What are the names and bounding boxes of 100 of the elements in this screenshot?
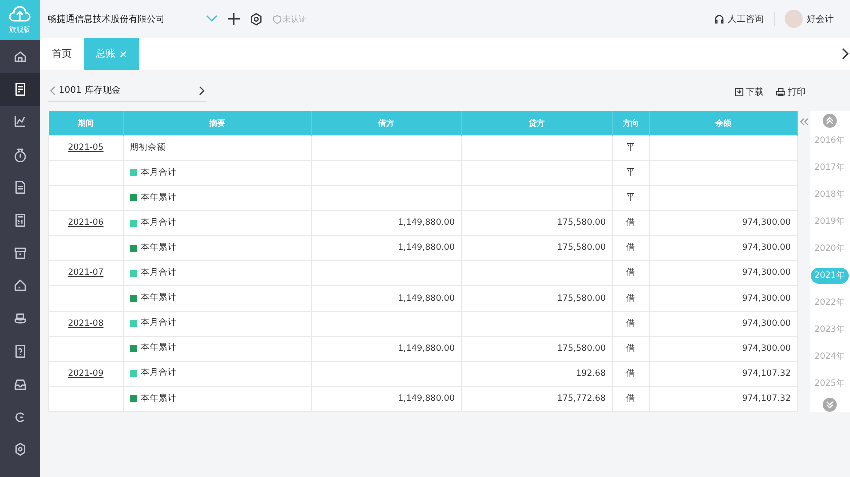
sidebar-item[interactable] — [0, 72, 40, 106]
summary-cell: 本年累计 — [130, 342, 177, 354]
column-header: 方向 — [612, 111, 650, 136]
table-cell: 974,107.32 — [742, 394, 791, 404]
year-item[interactable]: 2018年 — [814, 182, 846, 209]
table-cell: 借 — [626, 368, 636, 379]
table-cell: 1,149,880.00 — [398, 394, 455, 404]
chevron-right-icon[interactable] — [842, 48, 850, 60]
table-cell: 192.68 — [576, 368, 606, 379]
headset-icon — [714, 14, 725, 24]
chevron-left-icon[interactable] — [50, 86, 56, 96]
document-icon — [12, 82, 28, 97]
printer-icon — [776, 88, 786, 96]
period-link[interactable]: 2021-08 — [68, 318, 104, 329]
table-cell: 175,580.00 — [557, 294, 606, 304]
download-icon — [735, 88, 744, 96]
total-tag-icon — [130, 270, 137, 277]
table-cell: 平 — [626, 143, 636, 154]
summary-cell: 本年累计 — [130, 192, 177, 204]
year-item[interactable]: 2021年 — [810, 268, 850, 284]
total-tag-icon — [130, 294, 137, 302]
company-name: 畅捷通信息技术股份有限公司 — [48, 14, 166, 26]
year-item[interactable]: 2020年 — [814, 236, 846, 263]
table-cell: 1,149,880.00 — [398, 243, 455, 254]
print-button[interactable]: 打印 — [776, 86, 806, 98]
column-header: 余额 — [650, 111, 798, 136]
table-cell: 175,580.00 — [557, 344, 606, 354]
table-cell: 1,149,880.00 — [398, 344, 455, 354]
tab[interactable]: 首页 — [40, 38, 84, 70]
table-cell: 借 — [626, 243, 636, 254]
table-cell: 平 — [626, 168, 636, 178]
summary-cell: 本年累计 — [130, 292, 177, 304]
total-tag-icon — [130, 344, 137, 352]
summary-cell: 本月合计 — [130, 267, 177, 280]
settings-icon[interactable] — [250, 12, 263, 26]
period-link[interactable]: 2021-06 — [68, 218, 104, 228]
user-name[interactable]: 好会计 — [807, 12, 834, 26]
calculator-icon — [12, 212, 28, 228]
summary-cell: 本年累计 — [130, 392, 177, 405]
table-cell: 借 — [626, 218, 636, 228]
table-cell: 平 — [626, 193, 636, 204]
summary-cell: 本月合计 — [130, 317, 177, 330]
total-tag-icon — [130, 169, 137, 176]
summary-cell: 本月合计 — [130, 217, 177, 230]
column-header: 摘要 — [124, 111, 312, 136]
certification-status[interactable]: 未认证 — [273, 14, 307, 24]
table-cell: 175,772.68 — [557, 394, 606, 404]
line-chart-icon — [12, 114, 28, 130]
column-header: 借方 — [312, 111, 462, 136]
period-link[interactable]: 2021-09 — [68, 368, 104, 379]
inbox-icon — [12, 376, 28, 392]
year-item[interactable]: 2017年 — [814, 155, 846, 182]
support-link[interactable]: 人工咨询 — [714, 12, 764, 26]
table-cell: 974,300.00 — [742, 294, 791, 304]
table-cell: 974,300.00 — [742, 218, 791, 228]
cloud-logo-icon — [9, 6, 31, 24]
table-cell: 974,300.00 — [742, 243, 791, 254]
total-tag-icon — [130, 194, 137, 202]
year-item[interactable]: 2019年 — [814, 209, 846, 236]
settings-icon — [12, 442, 28, 458]
column-header: 贷方 — [462, 111, 612, 136]
plus-icon[interactable] — [228, 13, 240, 25]
total-tag-icon — [130, 220, 137, 227]
period-link[interactable]: 2021-05 — [68, 143, 104, 154]
summary-cell: 期初余额 — [130, 142, 166, 154]
table-cell: 借 — [626, 344, 636, 354]
table-cell: 借 — [626, 294, 636, 304]
house-icon — [12, 278, 28, 294]
chevron-right-icon[interactable] — [199, 86, 205, 96]
year-item[interactable]: 2022年 — [814, 290, 846, 317]
shield-icon — [273, 14, 282, 24]
document-icon — [12, 180, 28, 196]
total-tag-icon — [130, 244, 137, 252]
year-item[interactable]: 2016年 — [814, 128, 846, 155]
double-chevron-left-icon — [800, 118, 808, 126]
table-cell: 借 — [626, 394, 636, 404]
table-cell: 974,300.00 — [742, 268, 791, 278]
table-cell: 1,149,880.00 — [398, 218, 455, 228]
tab[interactable]: 总账 — [84, 38, 139, 70]
summary-cell: 本年累计 — [130, 242, 177, 254]
account-selector[interactable]: 1001 库存现金 — [48, 82, 207, 102]
year-item[interactable]: 2023年 — [814, 317, 846, 344]
year-item[interactable]: 2025年 — [814, 371, 846, 398]
summary-cell: 本月合计 — [130, 367, 177, 380]
table-cell: 借 — [626, 268, 636, 278]
home-icon — [12, 48, 28, 64]
total-tag-icon — [130, 320, 137, 327]
table-cell: 175,580.00 — [557, 243, 606, 254]
download-button[interactable]: 下载 — [735, 86, 764, 98]
table-cell: 974,300.00 — [742, 344, 791, 354]
column-header: 期间 — [48, 111, 124, 136]
total-tag-icon — [130, 370, 137, 377]
table-cell: 974,300.00 — [742, 318, 791, 329]
table-cell: 974,107.32 — [742, 368, 791, 379]
period-link[interactable]: 2021-07 — [68, 268, 104, 278]
summary-cell: 本月合计 — [130, 166, 177, 179]
table-cell: 1,149,880.00 — [398, 294, 455, 304]
year-item[interactable]: 2024年 — [814, 344, 846, 371]
table-cell: 借 — [626, 318, 636, 329]
total-tag-icon — [130, 395, 137, 402]
